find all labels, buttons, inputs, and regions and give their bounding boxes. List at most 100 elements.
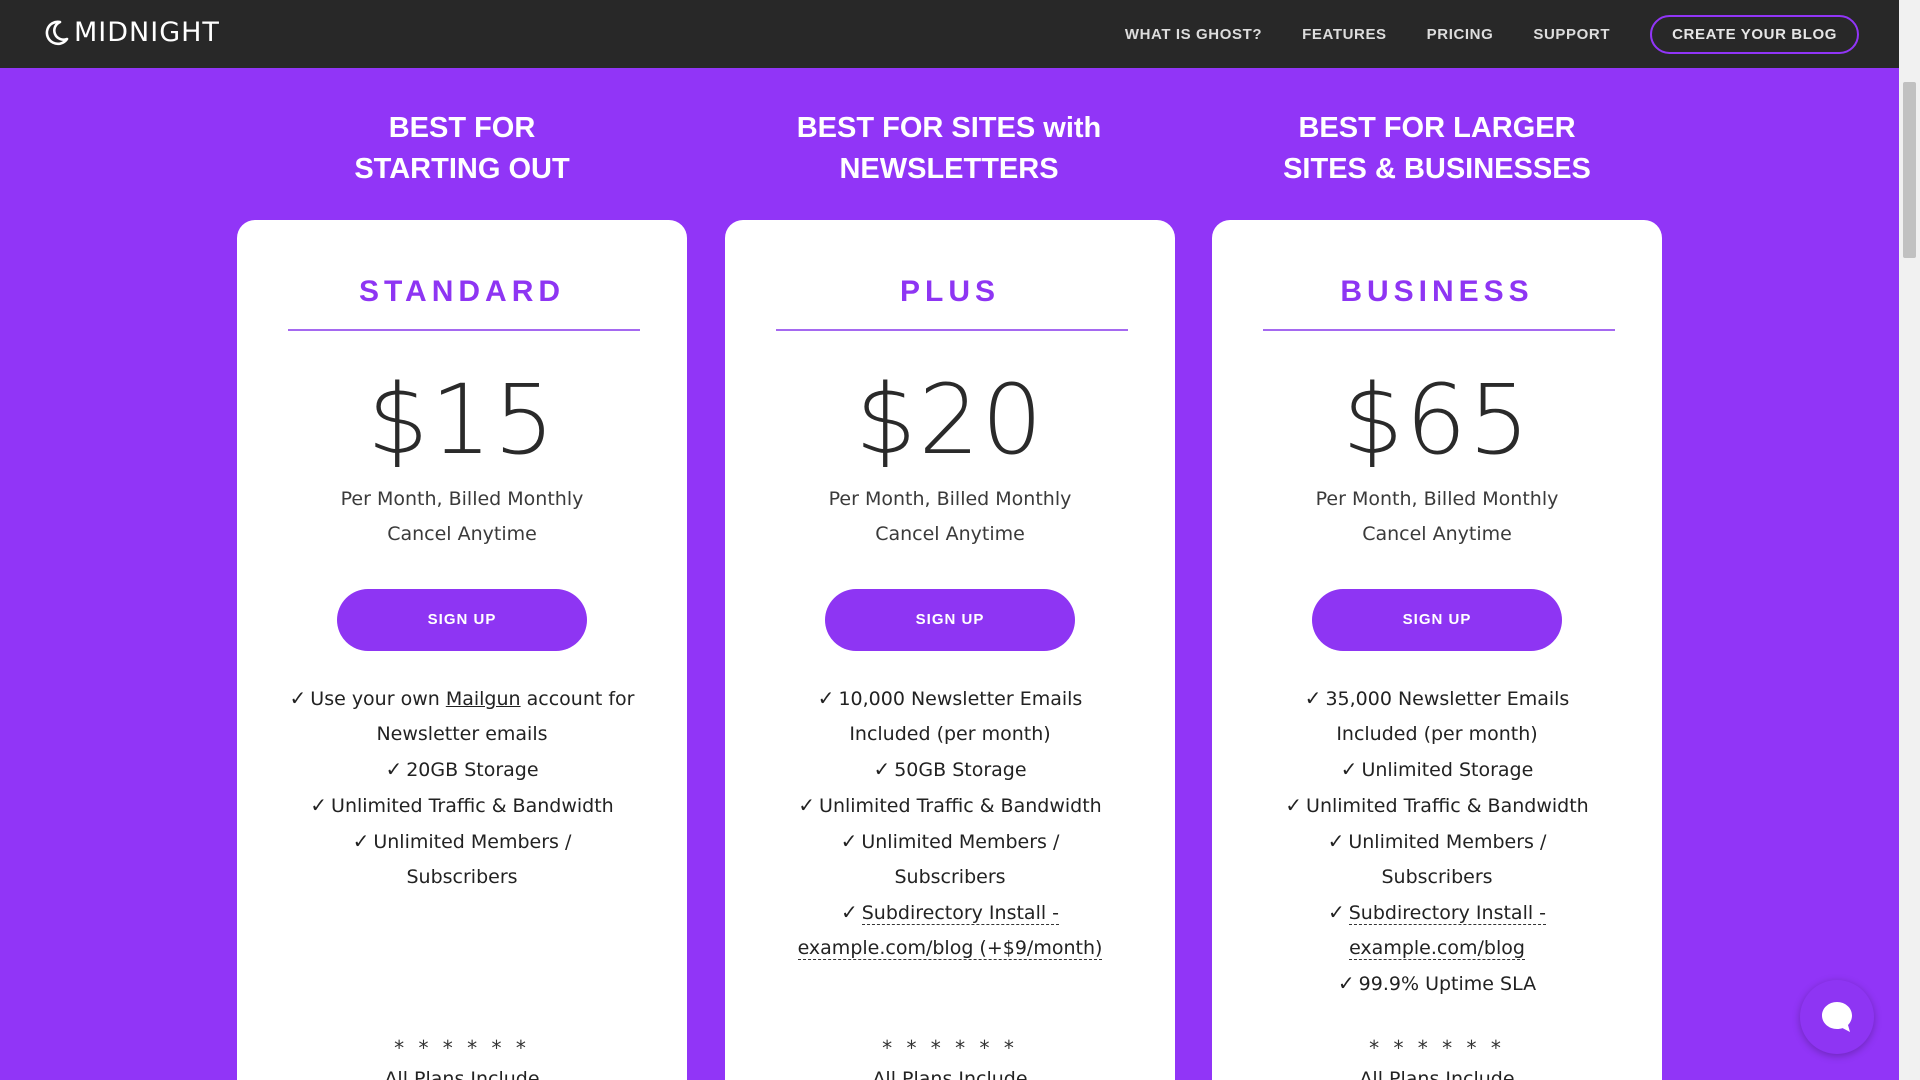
feature-item: ✓ Unlimited Members / Subscribers [1212, 824, 1662, 895]
check-icon: ✓ [840, 900, 858, 924]
feature-text: 35,000 Newsletter Emails Included (per m… [1325, 688, 1570, 745]
check-icon: ✓ [798, 793, 816, 817]
check-icon: ✓ [1285, 793, 1303, 817]
billing-line: Per Month, Billed Monthly [1315, 488, 1559, 510]
feature-item: ✓ Unlimited Members / Subscribers [725, 824, 1175, 895]
billing-line: Cancel Anytime [1362, 523, 1512, 545]
sign-up-button[interactable]: SIGN UP [337, 589, 587, 651]
all-plans-include: All Plans Include [384, 1068, 540, 1080]
page: MIDNIGHT WHAT IS GHOST? FEATURES PRICING… [0, 0, 1920, 1080]
billing-line: Per Month, Billed Monthly [340, 488, 584, 510]
feature-item: ✓ Unlimited Traffic & Bandwidth [725, 788, 1175, 824]
moon-icon [45, 20, 69, 45]
feature-item: ✓ 35,000 Newsletter Emails Included (per … [1212, 681, 1662, 752]
all-plans-include: All Plans Include [872, 1068, 1028, 1080]
feature-item: ✓ Unlimited Traffic & Bandwidth [237, 788, 687, 824]
feature-list: ✓ 35,000 Newsletter Emails Included (per … [1212, 681, 1662, 1002]
mailgun-link[interactable]: Mailgun [446, 688, 521, 710]
check-icon: ✓ [1340, 757, 1358, 781]
sign-up-button[interactable]: SIGN UP [1312, 589, 1562, 651]
plan-price: $20 [855, 364, 1045, 476]
feature-item: ✓ Unlimited Storage [1212, 752, 1662, 788]
stars-divider: * * * * * * [882, 1036, 1018, 1060]
billing-info: Per Month, Billed Monthly Cancel Anytime [1212, 482, 1662, 552]
stars-divider: * * * * * * [394, 1036, 530, 1060]
check-icon: ✓ [873, 757, 891, 781]
pricing-card-plus: PLUS $20 Per Month, Billed Monthly Cance… [725, 220, 1175, 1080]
feature-text: Unlimited Members / Subscribers [861, 831, 1060, 888]
check-icon: ✓ [1304, 686, 1322, 710]
sign-up-button[interactable]: SIGN UP [825, 589, 1075, 651]
check-icon: ✓ [1337, 971, 1355, 995]
create-your-blog-button[interactable]: CREATE YOUR BLOG [1650, 15, 1859, 54]
heading-line: SITES & BUSINESSES [1283, 153, 1591, 185]
feature-item: ✓ 20GB Storage [237, 752, 687, 788]
billing-line: Per Month, Billed Monthly [828, 488, 1072, 510]
subdirectory-install-link[interactable]: Subdirectory Install - example.com/blog [1348, 902, 1547, 960]
check-icon: ✓ [1327, 900, 1345, 924]
feature-item: ✓ Subdirectory Install - example.com/blog… [725, 895, 1175, 966]
check-icon: ✓ [840, 829, 858, 853]
feature-item: ✓ 50GB Storage [725, 752, 1175, 788]
billing-line: Cancel Anytime [387, 523, 537, 545]
feature-text: Unlimited Storage [1361, 759, 1534, 781]
check-icon: ✓ [289, 686, 307, 710]
heading-line: BEST FOR LARGER [1298, 112, 1576, 144]
billing-info: Per Month, Billed Monthly Cancel Anytime [725, 482, 1175, 552]
feature-item: ✓ Unlimited Members / Subscribers [237, 824, 687, 895]
nav-link-support[interactable]: SUPPORT [1533, 26, 1610, 43]
feature-item: ✓ 10,000 Newsletter Emails Included (per … [725, 681, 1175, 752]
nav-link-features[interactable]: FEATURES [1302, 26, 1387, 43]
billing-info: Per Month, Billed Monthly Cancel Anytime [237, 482, 687, 552]
logo[interactable]: MIDNIGHT [40, 17, 220, 48]
chat-launcher-button[interactable] [1800, 980, 1874, 1054]
feature-list: ✓ Use your own Mailgun account for Newsle… [237, 681, 687, 895]
heading-line: BEST FOR SITES with [796, 112, 1102, 144]
chat-bubble-icon [1822, 1002, 1852, 1032]
heading-line: BEST FOR [388, 112, 536, 144]
heading-line: NEWSLETTERS [839, 153, 1059, 185]
page-scrollbar[interactable] [1899, 0, 1920, 1080]
check-icon: ✓ [1327, 829, 1345, 853]
divider [288, 329, 640, 331]
stars-divider: * * * * * * [1369, 1036, 1505, 1060]
check-icon: ✓ [310, 793, 328, 817]
pricing-card-standard: STANDARD $15 Per Month, Billed Monthly C… [237, 220, 687, 1080]
logo-text: MIDNIGHT [74, 17, 220, 48]
feature-text: 99.9% Uptime SLA [1358, 973, 1537, 995]
check-icon: ✓ [817, 686, 835, 710]
feature-item: ✓ Subdirectory Install - example.com/blog [1212, 895, 1662, 966]
feature-text: Unlimited Traffic & Bandwidth [331, 795, 614, 817]
feature-list: ✓ 10,000 Newsletter Emails Included (per … [725, 681, 1175, 966]
column-heading-business: BEST FOR LARGER SITES & BUSINESSES [1217, 108, 1657, 190]
feature-text: Unlimited Members / Subscribers [1348, 831, 1547, 888]
top-navbar: MIDNIGHT WHAT IS GHOST? FEATURES PRICING… [0, 0, 1899, 68]
check-icon: ✓ [385, 757, 403, 781]
plan-name: BUSINESS [1340, 275, 1534, 308]
feature-text: Use your own [310, 688, 446, 710]
nav-links: WHAT IS GHOST? FEATURES PRICING SUPPORT … [1125, 15, 1859, 54]
feature-text: Unlimited Traffic & Bandwidth [819, 795, 1102, 817]
feature-item: ✓ Unlimited Traffic & Bandwidth [1212, 788, 1662, 824]
plan-price: $65 [1342, 364, 1532, 476]
plan-name: PLUS [899, 275, 1000, 308]
nav-link-what-is-ghost[interactable]: WHAT IS GHOST? [1125, 26, 1262, 43]
feature-text: 10,000 Newsletter Emails Included (per m… [838, 688, 1083, 745]
scrollbar-thumb[interactable] [1903, 82, 1916, 258]
plan-name: STANDARD [358, 275, 566, 308]
heading-line: STARTING OUT [354, 153, 570, 185]
column-heading-standard: BEST FOR STARTING OUT [242, 108, 682, 190]
plan-price: $15 [367, 364, 557, 476]
all-plans-include: All Plans Include [1359, 1068, 1515, 1080]
pricing-card-business: BUSINESS $65 Per Month, Billed Monthly C… [1212, 220, 1662, 1080]
column-heading-plus: BEST FOR SITES with NEWSLETTERS [729, 108, 1169, 190]
feature-text: 50GB Storage [894, 759, 1027, 781]
feature-item: ✓ 99.9% Uptime SLA [1212, 966, 1662, 1002]
divider [776, 329, 1128, 331]
feature-text: Unlimited Traffic & Bandwidth [1306, 795, 1589, 817]
divider [1263, 329, 1615, 331]
feature-text: Unlimited Members / Subscribers [373, 831, 572, 888]
nav-link-pricing[interactable]: PRICING [1427, 26, 1494, 43]
billing-line: Cancel Anytime [875, 523, 1025, 545]
feature-item: ✓ Use your own Mailgun account for Newsle… [237, 681, 687, 752]
